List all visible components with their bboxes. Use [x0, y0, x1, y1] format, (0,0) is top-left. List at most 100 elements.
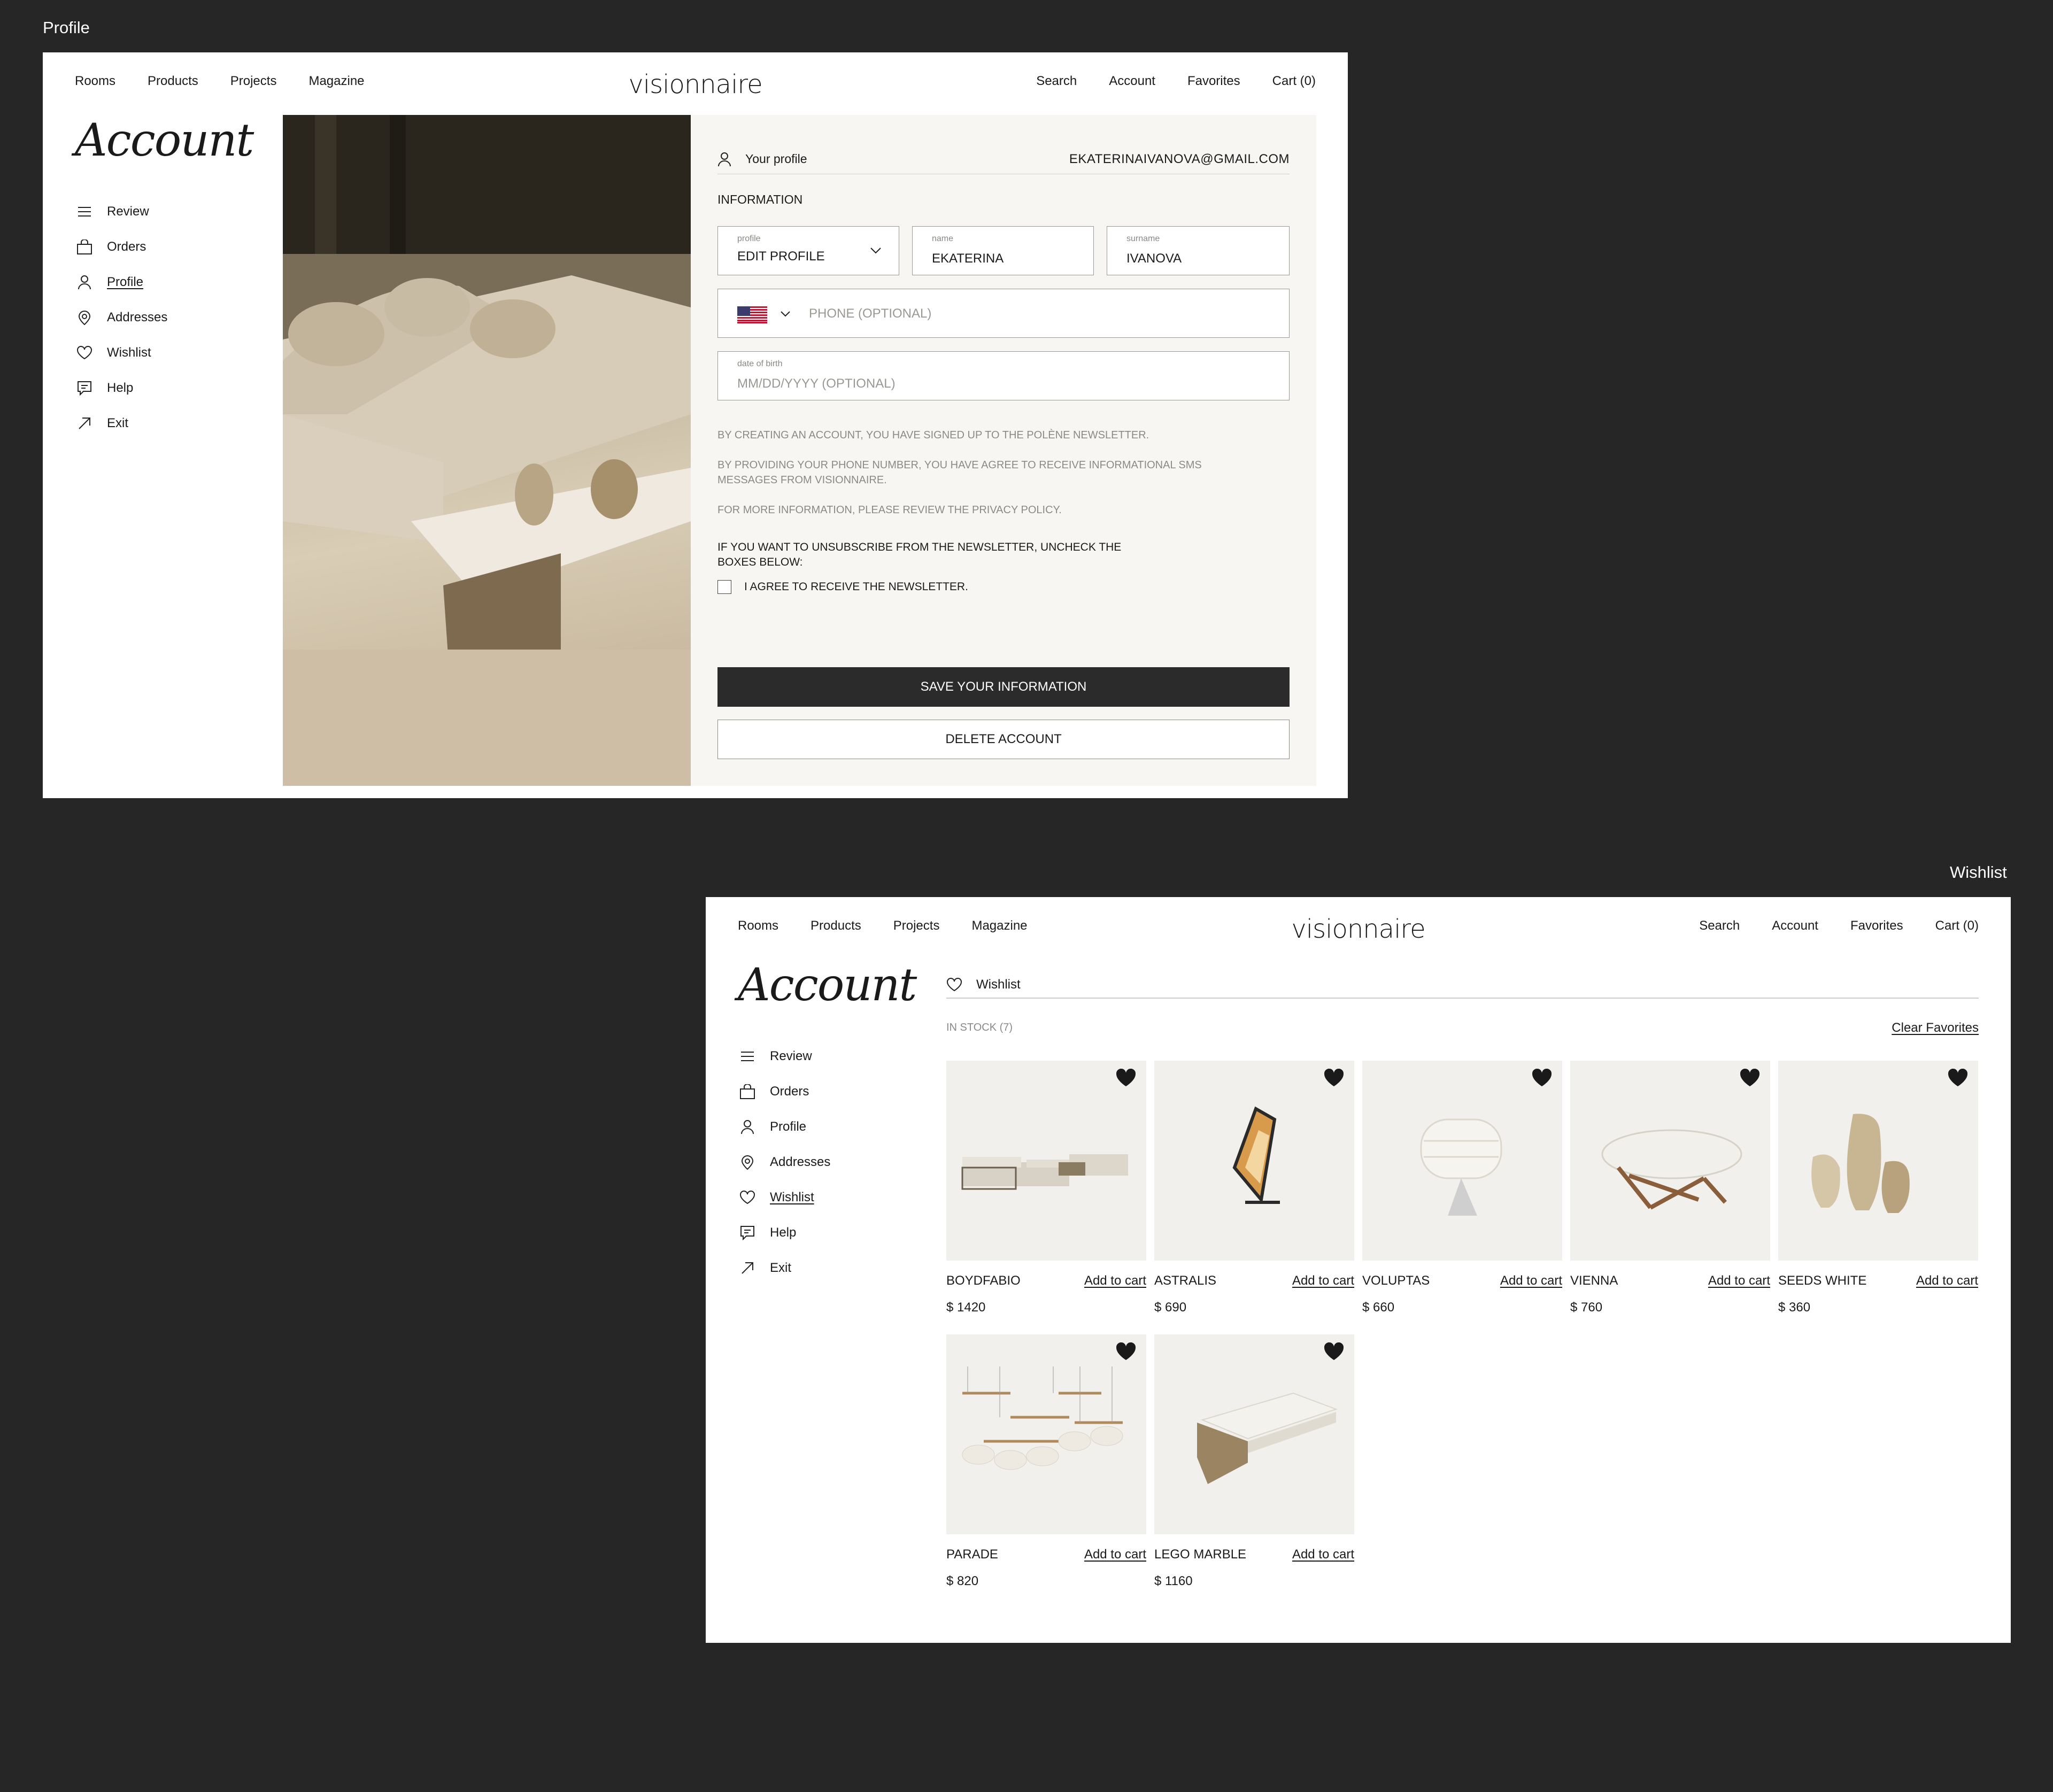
delete-account-button[interactable]: DELETE ACCOUNT: [717, 720, 1290, 759]
your-profile-label: Your profile: [745, 152, 807, 166]
nav-account[interactable]: Account: [1109, 74, 1155, 89]
frame-label-profile: Profile: [43, 18, 90, 37]
menu-item-profile[interactable]: Profile: [738, 1109, 830, 1145]
surname-field[interactable]: surname IVANOVA: [1107, 226, 1290, 275]
heart-filled-icon[interactable]: [1323, 1068, 1345, 1090]
nav-favorites[interactable]: Favorites: [1850, 918, 1903, 933]
menu-item-addresses[interactable]: Addresses: [75, 300, 167, 335]
product-price: $ 660: [1362, 1300, 1395, 1315]
account-menu: Review Orders Profile Addresses Wishlist…: [738, 1039, 830, 1286]
menu-item-wishlist[interactable]: Wishlist: [738, 1180, 830, 1215]
product-price: $ 760: [1570, 1300, 1603, 1315]
heart-outline-icon: [946, 978, 962, 992]
menu-item-profile[interactable]: Profile: [75, 265, 167, 300]
product-image-sofa[interactable]: [946, 1061, 1146, 1261]
interior-photo: [283, 115, 691, 786]
menu-item-exit[interactable]: Exit: [75, 406, 167, 441]
product-card[interactable]: VIENNA Add to cart $ 760: [1570, 1061, 1770, 1315]
nav-account[interactable]: Account: [1772, 918, 1818, 933]
add-to-cart-link[interactable]: Add to cart: [1500, 1273, 1562, 1288]
product-card[interactable]: BOYDFABIO Add to cart $ 1420: [946, 1061, 1146, 1315]
clear-favorites-link[interactable]: Clear Favorites: [1892, 1021, 1979, 1036]
menu-label: Exit: [770, 1261, 792, 1275]
legal-notes: BY CREATING AN ACCOUNT, YOU HAVE SIGNED …: [717, 428, 1231, 532]
product-card[interactable]: VOLUPTAS Add to cart $ 660: [1362, 1061, 1562, 1315]
field-value: EDIT PROFILE: [737, 249, 825, 264]
unsubscribe-text: IF YOU WANT TO UNSUBSCRIBE FROM THE NEWS…: [717, 541, 1122, 568]
menu-label: Orders: [770, 1084, 809, 1099]
profile-select[interactable]: profile EDIT PROFILE: [717, 226, 899, 275]
product-name: LEGO MARBLE: [1154, 1547, 1247, 1562]
top-nav: Rooms Products Projects Magazine visionn…: [738, 914, 1979, 951]
user-icon: [75, 273, 94, 292]
add-to-cart-link[interactable]: Add to cart: [1916, 1273, 1978, 1288]
chevron-down-icon[interactable]: [780, 311, 791, 318]
bag-icon: [738, 1082, 757, 1101]
add-to-cart-link[interactable]: Add to cart: [1292, 1273, 1354, 1288]
arrow-up-right-icon: [75, 414, 94, 433]
heart-filled-icon[interactable]: [1531, 1068, 1553, 1090]
product-card[interactable]: SEEDS WHITE Add to cart $ 360: [1778, 1061, 1978, 1315]
product-image-chair[interactable]: [1362, 1061, 1562, 1261]
field-value: IVANOVA: [1126, 251, 1182, 266]
product-image-lamp[interactable]: [1154, 1061, 1354, 1261]
newsletter-option[interactable]: I AGREE TO RECEIVE THE NEWSLETTER.: [717, 580, 968, 594]
menu-item-exit[interactable]: Exit: [738, 1250, 830, 1286]
add-to-cart-link[interactable]: Add to cart: [1084, 1547, 1146, 1562]
add-to-cart-link[interactable]: Add to cart: [1292, 1547, 1354, 1562]
heart-filled-icon[interactable]: [1323, 1342, 1345, 1363]
menu-item-review[interactable]: Review: [738, 1039, 830, 1074]
nav-favorites[interactable]: Favorites: [1187, 74, 1240, 89]
field-value: EKATERINA: [932, 251, 1004, 266]
menu-label: Wishlist: [107, 345, 151, 360]
list-icon: [75, 202, 94, 221]
product-name: SEEDS WHITE: [1778, 1273, 1867, 1288]
nav-cart[interactable]: Cart (0): [1935, 918, 1979, 933]
menu-label: Wishlist: [770, 1190, 814, 1204]
us-flag-icon[interactable]: [737, 306, 767, 323]
save-button[interactable]: SAVE YOUR INFORMATION: [717, 667, 1290, 707]
list-icon: [738, 1047, 757, 1066]
nav-search[interactable]: Search: [1036, 74, 1077, 89]
product-price: $ 1160: [1154, 1574, 1193, 1588]
product-image-table[interactable]: [1570, 1061, 1770, 1261]
heart-filled-icon[interactable]: [1947, 1068, 1969, 1090]
field-caption: date of birth: [737, 359, 783, 368]
name-field[interactable]: name EKATERINA: [912, 226, 1094, 275]
menu-item-review[interactable]: Review: [75, 194, 167, 229]
nav-cart[interactable]: Cart (0): [1272, 74, 1316, 89]
heart-filled-icon[interactable]: [1115, 1342, 1137, 1363]
location-icon: [738, 1153, 757, 1172]
menu-label: Exit: [107, 416, 129, 430]
product-image-vases[interactable]: [1778, 1061, 1978, 1261]
product-card[interactable]: LEGO MARBLE Add to cart $ 1160: [1154, 1334, 1354, 1589]
chevron-down-icon: [870, 247, 882, 254]
field-caption: surname: [1126, 234, 1160, 243]
heart-outline-icon: [75, 343, 94, 362]
arrow-up-right-icon: [738, 1258, 757, 1278]
field-caption: name: [932, 234, 954, 243]
top-nav: Rooms Products Projects Magazine visionn…: [75, 69, 1316, 106]
menu-item-help[interactable]: Help: [738, 1215, 830, 1250]
add-to-cart-link[interactable]: Add to cart: [1708, 1273, 1770, 1288]
menu-item-orders[interactable]: Orders: [75, 229, 167, 265]
heart-filled-icon[interactable]: [1739, 1068, 1761, 1090]
dob-field[interactable]: date of birth MM/DD/YYYY (OPTIONAL): [717, 351, 1290, 400]
product-card[interactable]: PARADE Add to cart $ 820: [946, 1334, 1146, 1589]
product-image-chandelier[interactable]: [946, 1334, 1146, 1534]
add-to-cart-link[interactable]: Add to cart: [1084, 1273, 1146, 1288]
nav-search[interactable]: Search: [1699, 918, 1740, 933]
page-title: Account: [75, 114, 254, 166]
phone-field[interactable]: PHONE (OPTIONAL): [717, 289, 1290, 338]
newsletter-checkbox[interactable]: [717, 580, 731, 594]
menu-item-help[interactable]: Help: [75, 370, 167, 406]
heart-filled-icon[interactable]: [1115, 1068, 1137, 1090]
menu-item-addresses[interactable]: Addresses: [738, 1145, 830, 1180]
menu-item-wishlist[interactable]: Wishlist: [75, 335, 167, 370]
heart-outline-icon: [738, 1188, 757, 1207]
menu-item-orders[interactable]: Orders: [738, 1074, 830, 1109]
product-card[interactable]: ASTRALIS Add to cart $ 690: [1154, 1061, 1354, 1315]
product-image-coffee-table[interactable]: [1154, 1334, 1354, 1534]
note-text: FOR MORE INFORMATION, PLEASE REVIEW THE …: [717, 504, 1062, 516]
user-icon: [717, 152, 731, 167]
